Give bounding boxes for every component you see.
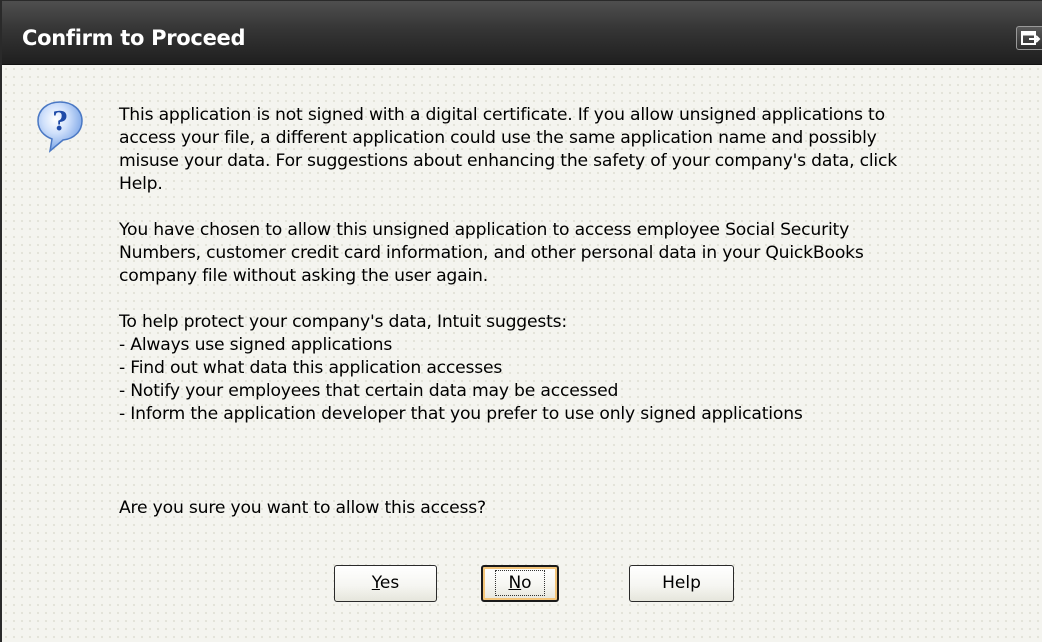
yes-mnemonic: Y (371, 573, 380, 593)
suggestion-item: - Find out what data this application ac… (119, 358, 503, 378)
svg-text:?: ? (52, 107, 67, 137)
yes-button[interactable]: Yes (334, 565, 437, 602)
suggestion-item: - Inform the application developer that … (119, 404, 803, 424)
yes-label: es (379, 573, 400, 593)
paragraph-unsigned-warning: This application is not signed with a di… (119, 104, 1024, 196)
message-body: This application is not signed with a di… (119, 104, 1024, 426)
message-line: company file without asking the user aga… (119, 266, 489, 286)
suggestion-item: - Notify your employees that certain dat… (119, 381, 619, 401)
message-line: Help. (119, 174, 163, 194)
message-line: misuse your data. For suggestions about … (119, 151, 897, 171)
restore-window-button[interactable] (1016, 26, 1042, 50)
no-label: o (521, 573, 532, 593)
confirm-question: Are you sure you want to allow this acce… (119, 498, 486, 518)
dialog-title: Confirm to Proceed (22, 26, 246, 50)
question-icon: ? (36, 99, 84, 155)
message-line: This application is not signed with a di… (119, 105, 885, 125)
suggestion-item: - Always use signed applications (119, 335, 393, 355)
message-line: access your file, a different applicatio… (119, 128, 877, 148)
help-button[interactable]: Help (629, 565, 734, 602)
restore-icon (1021, 31, 1041, 45)
no-button[interactable]: No (481, 565, 559, 602)
focus-ring: No (495, 570, 545, 596)
confirm-dialog: Confirm to Proceed ? This application is… (0, 0, 1042, 642)
message-line: Numbers, customer credit card informatio… (119, 243, 864, 263)
paragraph-access-notice: You have chosen to allow this unsigned a… (119, 219, 1024, 288)
no-mnemonic: N (508, 573, 522, 593)
paragraph-suggestions: To help protect your company's data, Int… (119, 311, 1024, 426)
message-line: You have chosen to allow this unsigned a… (119, 220, 850, 240)
title-bar[interactable]: Confirm to Proceed (2, 1, 1042, 65)
suggestions-intro: To help protect your company's data, Int… (119, 312, 568, 332)
